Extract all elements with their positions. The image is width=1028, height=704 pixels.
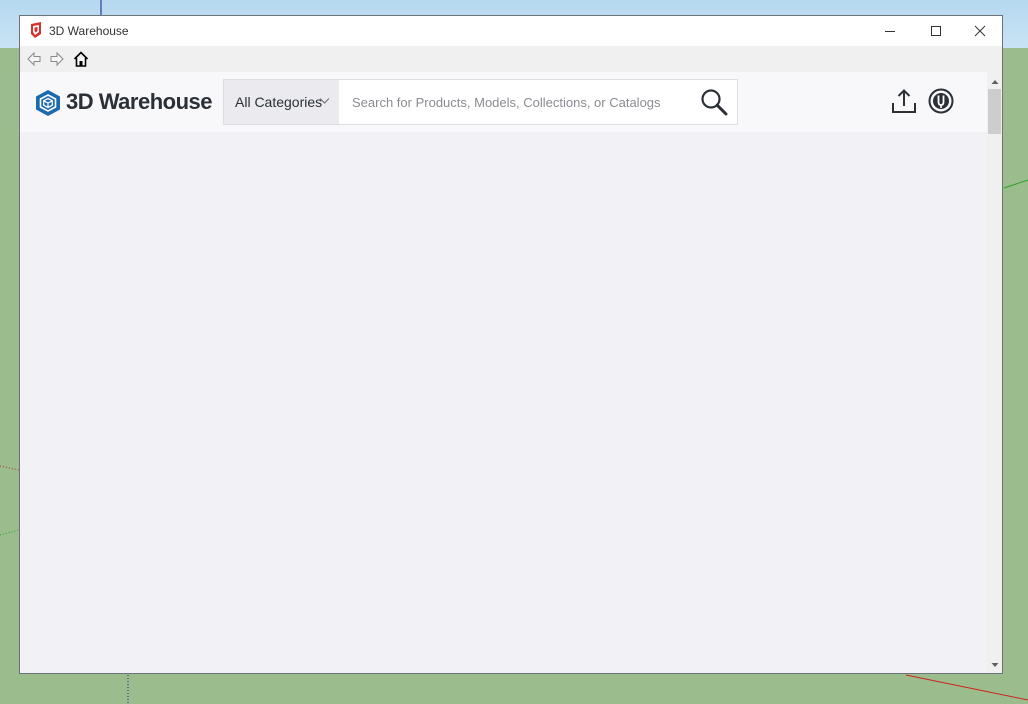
search-icon[interactable] [700,88,728,116]
title-bar[interactable]: 3D Warehouse [20,16,1002,46]
scroll-down-button[interactable] [987,657,1002,673]
back-arrow-icon [27,51,41,67]
scroll-up-button[interactable] [987,74,1002,90]
search-input[interactable] [340,80,680,124]
logo-text[interactable]: 3D Warehouse [66,89,213,115]
home-icon [73,51,89,67]
warehouse-logo-icon[interactable] [35,89,61,117]
navigation-bar [20,46,1002,72]
maximize-icon [931,26,941,36]
close-icon [974,25,986,37]
minimize-button[interactable] [867,16,913,46]
minimize-icon [885,31,895,32]
category-label: All Categories [235,94,323,110]
back-button[interactable] [24,49,44,69]
upload-icon[interactable] [890,88,918,116]
category-dropdown[interactable]: All Categories [224,80,339,124]
vertical-scrollbar[interactable] [987,72,1002,673]
maximize-button[interactable] [913,16,959,46]
forward-arrow-icon [50,51,64,67]
home-button[interactable] [71,49,91,69]
sketchup-icon [31,22,41,38]
scroll-up-icon [991,80,998,84]
forward-button[interactable] [47,49,67,69]
search-bar: All Categories [223,79,738,125]
scroll-thumb[interactable] [988,89,1001,134]
window-title: 3D Warehouse [49,24,129,38]
close-button[interactable] [957,16,1003,46]
user-profile-icon[interactable] [928,88,954,114]
scroll-down-icon [991,663,998,667]
web-content: 3D Warehouse All Categories [20,72,987,673]
site-header: 3D Warehouse All Categories [20,72,987,132]
warehouse-window: 3D Warehouse 3D Warehouse All Categories… [19,15,1003,674]
chevron-down-icon [319,98,330,104]
